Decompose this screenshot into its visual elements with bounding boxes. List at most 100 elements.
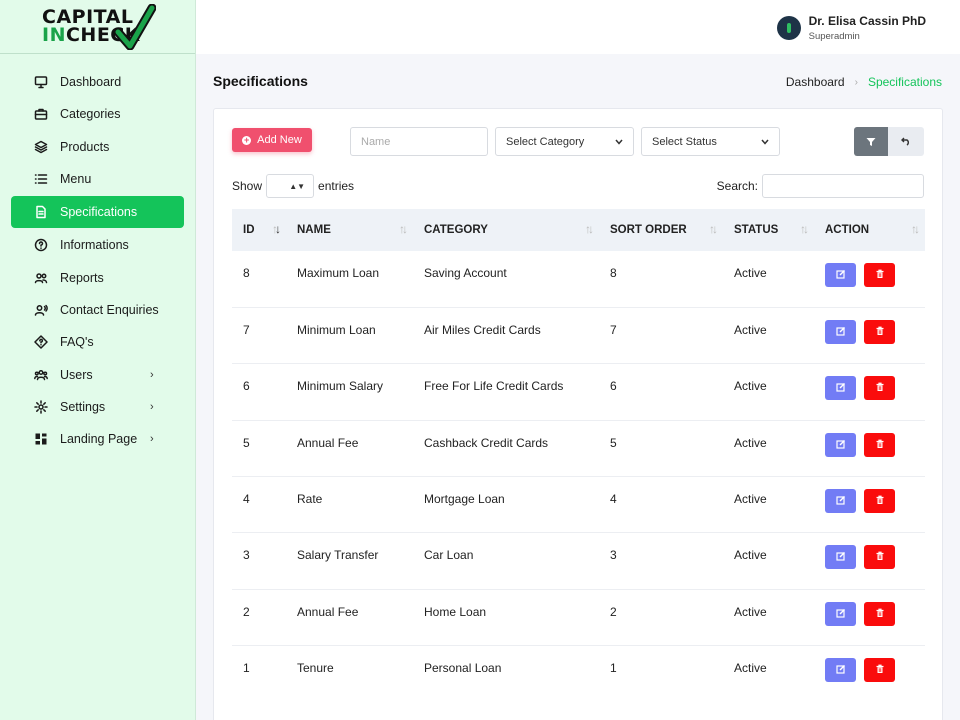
cell-category: Air Miles Credit Cards [424,322,541,337]
search-input[interactable] [762,174,924,198]
chevron-right-icon: › [854,76,858,88]
delete-button[interactable] [864,489,895,514]
edit-button[interactable] [825,319,856,344]
cell-status: Active [734,322,767,337]
cell-name: Annual Fee [297,435,359,450]
sort-icon: ↑↓ [272,222,281,236]
sort-updown-icon: ▲▼ [289,181,306,191]
sidebar-item-menu[interactable]: Menu [0,163,195,195]
cell-category: Cashback Credit Cards [424,435,549,450]
gear-icon [34,400,48,414]
sidebar-item-categories[interactable]: Categories [0,98,195,130]
edit-icon [835,663,846,677]
sidebar-item-reports[interactable]: Reports [0,261,195,293]
table-row: 1 Tenure Personal Loan 1 Active [232,646,925,702]
chevron-right-icon: › [150,368,154,381]
layers-icon [34,140,48,154]
users-icon [34,271,48,285]
sidebar-item-label: Users [60,367,93,382]
column-header-name[interactable]: NAME ↑↓ [286,209,413,251]
cell-sort: 8 [610,266,617,280]
column-header-id[interactable]: ID ↑↓ [232,209,286,251]
sidebar-item-specifications[interactable]: Specifications [11,196,184,229]
edit-button[interactable] [825,263,856,287]
chevron-right-icon: › [150,433,154,446]
sort-icon: ↑↓ [911,222,920,236]
cell-action [814,589,925,645]
cell-action [814,251,925,307]
sidebar-item-settings[interactable]: Settings › [0,391,195,423]
plus-circle-icon: + [242,134,252,145]
page-length-control: Show ▲▼ entries [232,174,354,198]
column-header-action[interactable]: ACTION ↑↓ [814,209,925,251]
name-filter-input[interactable]: Name [350,127,488,156]
delete-button[interactable] [864,263,895,287]
page-length-select[interactable]: ▲▼ [266,174,315,198]
trash-icon [875,663,885,677]
user-role: Superadmin [808,31,860,42]
brand-logo[interactable]: CAPITAL INCHECK [0,0,195,54]
cell-category: Saving Account [424,266,507,280]
cell-status: Active [734,661,767,676]
sort-icon: ↑↓ [800,222,809,236]
column-header-label: CATEGORY [424,224,488,236]
sidebar-item-label: Contact Enquiries [60,302,159,317]
table-body: 8 Maximum Loan Saving Account 8 Active 7 Minim… [232,251,925,702]
cell-name: Minimum Salary [297,379,384,394]
sidebar-item-dashboard[interactable]: Dashboard [0,66,195,98]
status-select-value: Select Status [652,135,717,148]
column-header-sort-order[interactable]: SORT ORDER ↑↓ [599,209,723,251]
edit-button[interactable] [825,658,856,683]
edit-button[interactable] [825,601,856,626]
cell-action [814,477,925,533]
status-select[interactable]: Select Status [641,127,780,156]
reset-button[interactable] [888,127,924,156]
edit-button[interactable] [825,489,856,514]
sidebar-item-informations[interactable]: Informations [0,229,195,261]
help-circle-icon [34,238,48,252]
sidebar-item-landing-page[interactable]: Landing Page › [0,423,195,455]
sidebar-item-contact-enquiries[interactable]: Contact Enquiries [0,294,195,326]
cell-id: 3 [243,548,250,563]
delete-button[interactable] [864,376,895,401]
table-row: 6 Minimum Salary Free For Life Credit Card… [232,364,925,421]
sidebar-item-label: Informations [60,238,129,253]
column-header-status[interactable]: STATUS ↑↓ [723,209,814,251]
cell-name: Maximum Loan [297,266,380,280]
delete-button[interactable] [864,658,895,683]
cell-sort: 7 [610,322,617,337]
cell-action [814,364,925,420]
sidebar-item-label: Settings [60,399,106,414]
user-menu[interactable]: Dr. Elisa Cassin PhD Superadmin [776,14,926,42]
sidebar-item-faq-s[interactable]: FAQ's [0,326,195,358]
cell-name: Minimum Loan [297,322,376,337]
show-label: Show [232,179,263,193]
cell-category: Car Loan [424,548,474,563]
cell-category: Mortgage Loan [424,492,505,507]
table-row: 7 Minimum Loan Air Miles Credit Cards 7 Acti… [232,307,925,364]
sidebar-item-products[interactable]: Products [0,131,195,163]
filter-button[interactable] [854,127,888,156]
add-new-button[interactable]: + Add New [232,128,312,152]
table-row: 5 Annual Fee Cashback Credit Cards 5 Active [232,420,925,477]
specifications-table: ID ↑↓ NAME ↑↓ CATEGORY ↑↓ SORT ORDER ↑↓ STATUS ↑↓… [232,209,925,702]
cell-status: Active [734,492,767,507]
delete-button[interactable] [864,601,895,626]
category-select[interactable]: Select Category [495,127,634,156]
sidebar-item-users[interactable]: Users › [0,358,195,390]
list-icon [34,172,48,186]
breadcrumb-dashboard-link[interactable]: Dashboard [786,75,845,89]
edit-button[interactable] [825,376,856,401]
cell-id: 7 [243,322,250,337]
cell-status: Active [734,266,767,280]
edit-button[interactable] [825,545,856,570]
delete-button[interactable] [864,432,895,457]
sidebar: CAPITAL INCHECK Dashboard Categories Produ… [0,0,196,720]
sidebar-nav: Dashboard Categories Products Menu Specifica… [0,54,195,455]
delete-button[interactable] [864,319,895,344]
delete-button[interactable] [864,545,895,570]
cell-name: Annual Fee [297,604,359,619]
column-header-category[interactable]: CATEGORY ↑↓ [413,209,599,251]
cell-name: Tenure [297,661,334,676]
edit-button[interactable] [825,432,856,457]
